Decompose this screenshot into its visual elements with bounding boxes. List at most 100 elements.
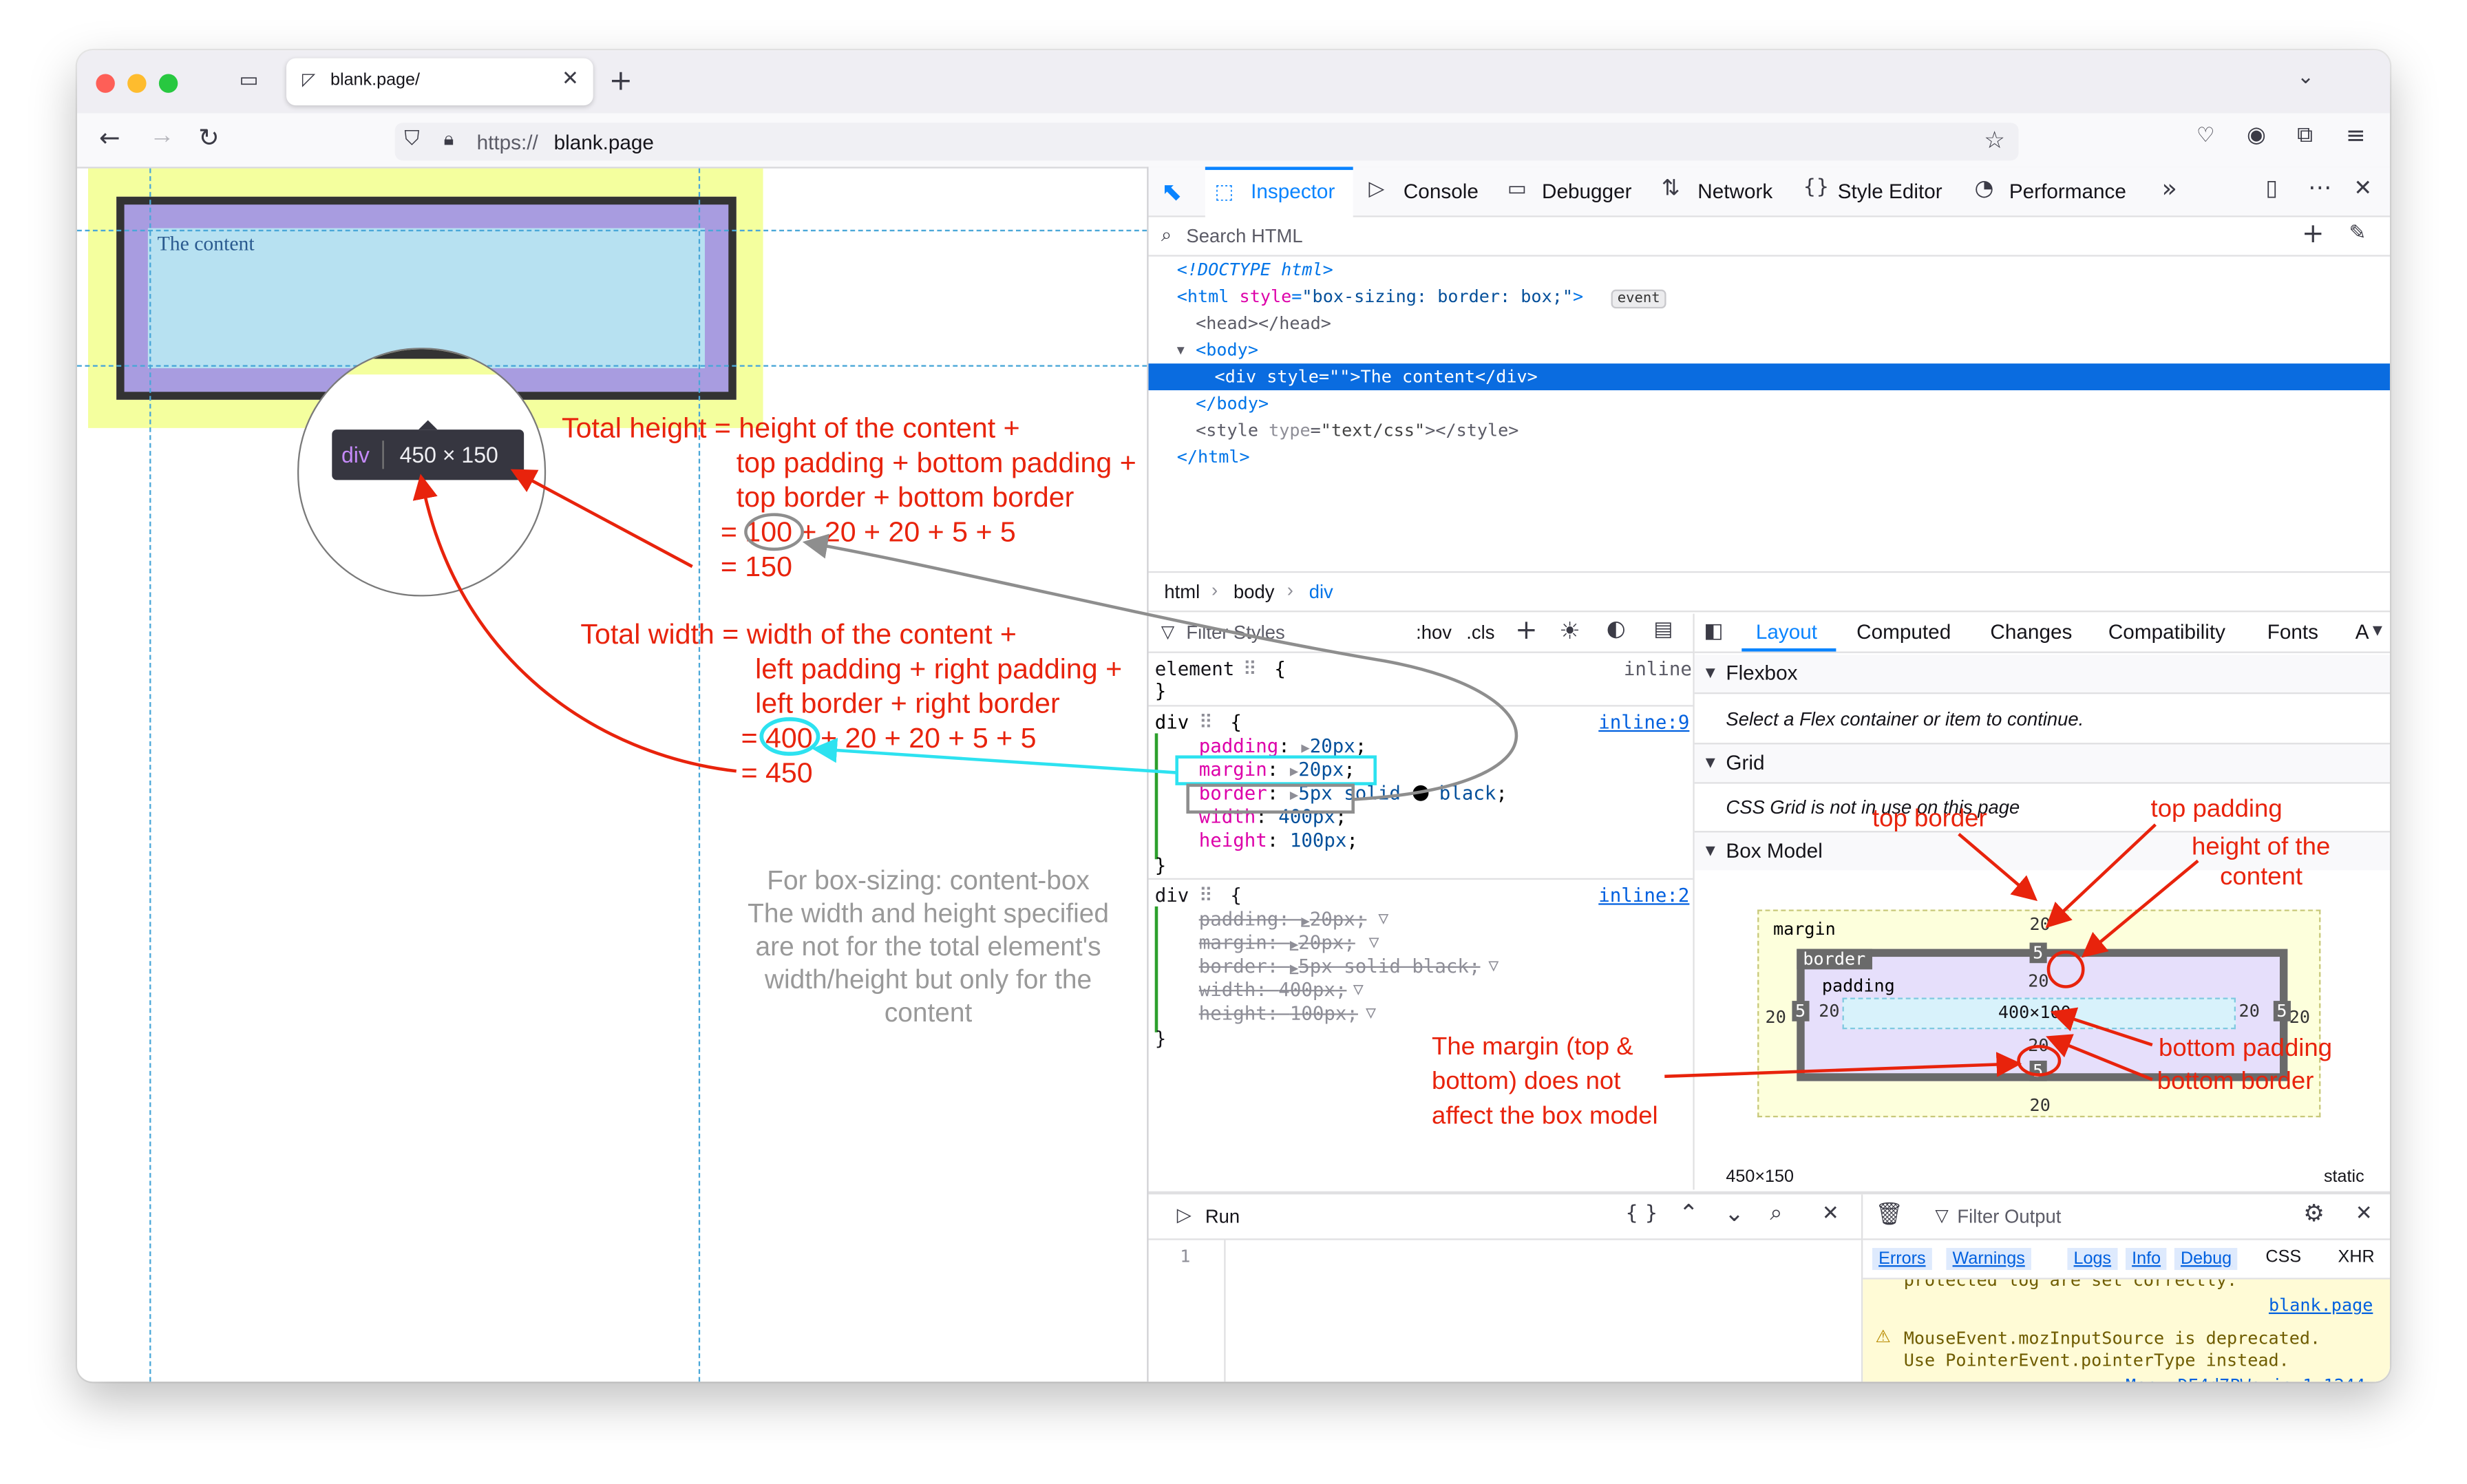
border-bottom-value[interactable]: 5 [2029, 1060, 2046, 1081]
filter-css[interactable]: CSS [2265, 1248, 2301, 1266]
close-devtools-icon[interactable]: ✕ [2353, 176, 2372, 202]
close-editor-icon[interactable]: ✕ [1822, 1202, 1839, 1226]
flexbox-header[interactable]: ▼ Flexbox [1694, 655, 2390, 695]
margin-left-value[interactable]: 20 [1766, 1007, 1786, 1028]
filter-info[interactable]: Info [2125, 1248, 2168, 1271]
prop-border[interactable]: border: ▶5px solid black; [1199, 782, 1507, 804]
history-up-icon[interactable]: ⌃ [1679, 1199, 1699, 1227]
run-icon[interactable]: ▷ [1177, 1204, 1192, 1226]
trash-icon[interactable]: 🗑︎ [1876, 1202, 1904, 1228]
body-twisty-icon[interactable]: ▼ [1177, 343, 1185, 357]
console-editor-input[interactable] [1226, 1240, 1861, 1382]
more-tools-icon[interactable]: » [2162, 173, 2177, 202]
border-right-value[interactable]: 5 [2273, 1001, 2291, 1021]
filter-errors[interactable]: Errors [1872, 1248, 1932, 1271]
element-picker-icon[interactable]: ⬉ [1161, 176, 1183, 208]
prop-margin[interactable]: margin: ▶20px; [1199, 759, 1355, 781]
tab-animations[interactable]: A [2355, 620, 2369, 644]
head-node[interactable]: <head></head> [1196, 313, 1331, 334]
back-icon[interactable]: ← [99, 123, 120, 152]
rule-source-link[interactable]: inline:2 [1598, 884, 1689, 907]
border-top-value[interactable]: 5 [2029, 942, 2046, 964]
hov-toggle[interactable]: :hov [1416, 622, 1452, 644]
padding-bottom-value[interactable]: 20 [2028, 1035, 2048, 1056]
filter-icon[interactable]: ▽ [1366, 1002, 1376, 1023]
filter-logs[interactable]: Logs [2067, 1248, 2118, 1271]
account-icon[interactable]: ◉ [2247, 123, 2266, 148]
run-button[interactable]: Run [1205, 1205, 1240, 1227]
cls-toggle[interactable]: .cls [1466, 622, 1494, 644]
new-tab-icon[interactable]: + [609, 65, 633, 98]
div-node[interactable]: <div style="">The content</div> [1215, 367, 1538, 388]
box-model-margin[interactable]: margin 20 20 20 20 border 5 5 5 5 paddin… [1757, 909, 2321, 1118]
prop-width[interactable]: width: 400px; [1199, 806, 1347, 828]
minimize-window-button[interactable] [127, 74, 147, 93]
filter-output-input[interactable]: Filter Output [1957, 1205, 2061, 1227]
menu-icon[interactable]: ≡ [2346, 121, 2366, 149]
tab-performance[interactable]: Performance [2009, 180, 2126, 203]
add-rule-icon[interactable]: + [1515, 615, 1538, 647]
add-node-icon[interactable]: + [2302, 219, 2325, 251]
close-split-icon[interactable]: ✕ [2355, 1202, 2373, 1226]
box-model-header[interactable]: ▼ Box Model [1694, 831, 2390, 871]
box-model-content[interactable]: 400×100 [1842, 997, 2236, 1030]
shield-icon[interactable]: ⛉ [404, 127, 419, 151]
source-link[interactable]: Menu-DE4d7PWo.js:1:1244 [2126, 1375, 2365, 1381]
html-node[interactable]: <html style="box-sizing: border: box;"> [1177, 286, 1583, 307]
tab-style-editor[interactable]: Style Editor [1838, 180, 1942, 203]
breadcrumb-html[interactable]: html [1164, 581, 1200, 603]
close-window-button[interactable] [96, 74, 115, 93]
lock-icon[interactable]: 🔒︎ [444, 127, 454, 151]
contrast-icon[interactable]: ◐ [1607, 617, 1626, 642]
margin-top-value[interactable]: 20 [2030, 914, 2051, 935]
overflow-menu-icon[interactable]: ⋯ [2308, 173, 2331, 201]
url-bar[interactable]: ⛉ 🔒︎ https:// blank.page ☆ [394, 123, 2019, 161]
breadcrumb-body[interactable]: body [1234, 581, 1274, 603]
rule-source-link[interactable]: inline:9 [1598, 711, 1689, 733]
prop-height[interactable]: height: 100px; [1199, 829, 1358, 851]
eyedropper-icon[interactable]: ✎ [2349, 222, 2367, 245]
filter-warnings[interactable]: Warnings [1946, 1248, 2031, 1271]
style-node[interactable]: <style type="text/css"></style> [1196, 420, 1518, 441]
tab-changes[interactable]: Changes [1990, 620, 2072, 644]
filter-icon[interactable]: ▽ [1353, 979, 1364, 999]
tab-inspector[interactable]: ⬚ Inspector [1205, 167, 1353, 218]
overridden-prop-border[interactable]: border: ▶5px solid black; [1199, 955, 1481, 977]
tab-debugger[interactable]: Debugger [1542, 180, 1632, 203]
event-badge[interactable]: event [1611, 289, 1666, 309]
filter-xhr[interactable]: XHR [2338, 1248, 2375, 1266]
body-node[interactable]: <body> [1196, 340, 1258, 361]
padding-left-value[interactable]: 20 [1819, 1001, 1839, 1021]
tab-compatibility[interactable]: Compatibility [2108, 620, 2225, 644]
margin-bottom-value[interactable]: 20 [2030, 1095, 2051, 1116]
pretty-print-icon[interactable]: { } [1625, 1202, 1658, 1226]
light-mode-icon[interactable]: ☀ [1559, 617, 1580, 645]
bookmark-star-icon[interactable]: ☆ [1984, 126, 2005, 154]
box-model-border[interactable]: border 5 5 5 5 padding 20 20 20 20 400×1… [1792, 942, 2291, 1081]
history-down-icon[interactable]: ⌄ [1724, 1199, 1744, 1227]
grid-header[interactable]: ▼ Grid [1694, 743, 2390, 784]
filter-icon[interactable]: ▽ [1488, 955, 1499, 976]
filter-icon[interactable]: ▽ [1378, 908, 1388, 929]
overridden-prop-width[interactable]: width: 400px; [1199, 979, 1347, 1001]
tab-layout[interactable]: Layout [1741, 614, 1836, 652]
tab-computed[interactable]: Computed [1856, 620, 1951, 644]
zoom-window-button[interactable] [158, 74, 178, 93]
tab-blank-page[interactable]: ◸ blank.page/ ✕ [286, 58, 593, 106]
overridden-prop-padding[interactable]: padding: ▶20px; [1199, 908, 1367, 930]
extensions-icon[interactable]: ⧉ [2297, 123, 2313, 148]
filter-styles-input[interactable]: Filter Styles [1186, 622, 1284, 644]
prop-padding[interactable]: padding: ▶20px; [1199, 735, 1367, 757]
tab-overview-icon[interactable]: ▭ [239, 70, 258, 93]
print-media-icon[interactable]: ▤ [1653, 619, 1673, 642]
settings-gear-icon[interactable]: ⚙ [2303, 1199, 2325, 1227]
toggle-sidebar-icon[interactable]: ◧ [1704, 620, 1723, 644]
margin-right-value[interactable]: 20 [2289, 1007, 2310, 1028]
tab-network[interactable]: Network [1697, 180, 1772, 203]
search-html-input[interactable]: Search HTML [1186, 225, 1302, 247]
dock-icon[interactable]: ▯ [2265, 176, 2278, 202]
tabs-dropdown-icon[interactable]: ▼ [2373, 623, 2382, 637]
doctype-node[interactable]: <!DOCTYPE html> [1177, 259, 1333, 280]
breadcrumb-div[interactable]: div [1309, 581, 1333, 603]
reload-icon[interactable]: ↻ [198, 123, 220, 152]
